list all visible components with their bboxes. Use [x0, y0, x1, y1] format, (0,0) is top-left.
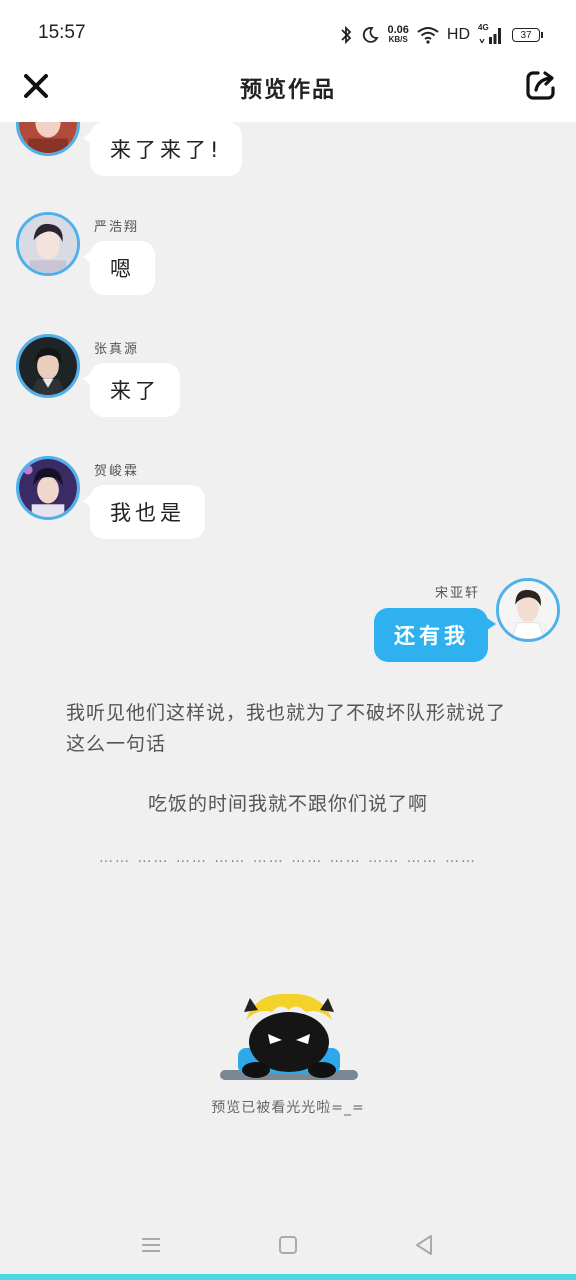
chat-area[interactable]: 来了来了! 严浩翔 嗯 张真源 来了 贺峻霖 我也是 宋亚轩 还有我 我听见他们…	[0, 122, 576, 1222]
moon-icon	[363, 27, 379, 43]
bottom-strip	[0, 1274, 576, 1280]
message-bubble: 嗯	[83, 241, 155, 295]
navigation-bar	[0, 1220, 576, 1280]
home-icon[interactable]	[276, 1233, 300, 1257]
hd-label: HD	[446, 26, 470, 43]
bluetooth-icon	[341, 25, 352, 45]
mascot-illustration	[220, 993, 358, 1080]
net-speed-value: 0.06	[387, 24, 409, 36]
status-bar: 15:57 0.06 KB/S HD 4G 37	[0, 0, 576, 60]
status-icons: 0.06 KB/S HD 4G 37	[339, 22, 543, 48]
sender-name: 严浩翔	[94, 220, 140, 235]
battery-icon: 37	[512, 28, 543, 42]
back-icon[interactable]	[412, 1233, 436, 1257]
end-of-preview-text: 预览已被看光光啦=_=	[211, 1100, 365, 1116]
avatar[interactable]	[16, 334, 80, 398]
wifi-icon	[417, 27, 439, 44]
signal-icon: 4G	[478, 23, 504, 45]
message-bubble: 还有我	[374, 608, 496, 662]
page-title: 预览作品	[239, 78, 336, 103]
sender-name: 贺峻霖	[94, 464, 140, 479]
top-bar: 预览作品	[0, 60, 576, 122]
avatar[interactable]	[16, 456, 80, 520]
avatar[interactable]	[496, 578, 560, 642]
avatar[interactable]	[16, 122, 80, 156]
net-speed-unit: KB/S	[388, 35, 408, 44]
battery-level: 37	[520, 29, 532, 41]
status-time: 15:57	[38, 22, 86, 43]
narration-text: 我听见他们这样说，我也就为了不破坏队形就说了这么一句话	[66, 702, 507, 755]
message-bubble: 来了来了!	[82, 122, 243, 176]
sender-name: 张真源	[94, 342, 140, 357]
message-bubble: 来了	[83, 363, 180, 417]
sender-name: 宋亚轩	[434, 586, 480, 601]
avatar[interactable]	[16, 212, 80, 276]
net-speed: 0.06 KB/S	[387, 24, 409, 45]
menu-icon[interactable]	[139, 1233, 163, 1257]
message-bubble: 我也是	[83, 485, 205, 539]
narration-text: 吃饭的时间我就不跟你们说了啊	[147, 793, 428, 815]
ellipsis-divider: …… …… …… …… …… …… …… …… …… ……	[98, 850, 478, 866]
share-icon[interactable]	[524, 68, 558, 102]
